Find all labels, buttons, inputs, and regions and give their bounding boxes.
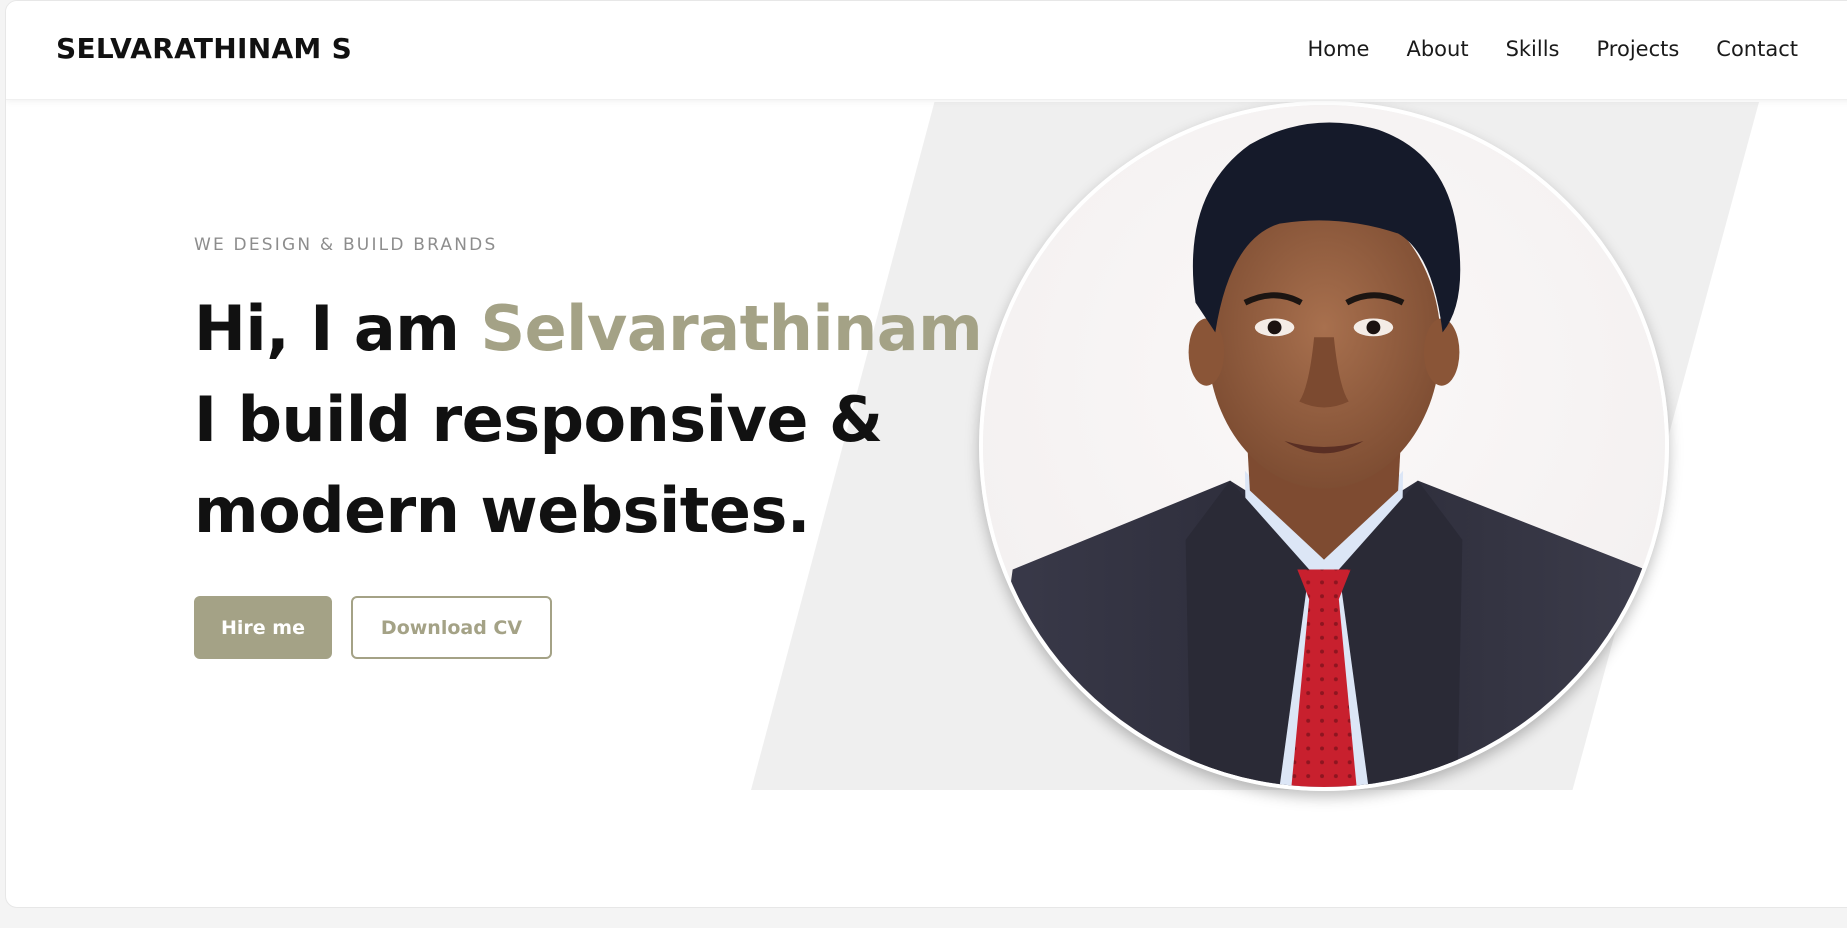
greeting-prefix: Hi, I am bbox=[194, 292, 481, 365]
nav-menu: Home About Skills Projects Contact bbox=[1307, 35, 1798, 63]
headline-line-1: Hi, I am Selvarathinam bbox=[194, 283, 983, 374]
page-container: SELVARATHINAM S Home About Skills Projec… bbox=[5, 0, 1847, 908]
navbar: SELVARATHINAM S Home About Skills Projec… bbox=[6, 1, 1847, 100]
nav-link-home[interactable]: Home bbox=[1307, 35, 1369, 63]
hero-content: WE DESIGN & BUILD BRANDS Hi, I am Selvar… bbox=[194, 233, 983, 659]
headline-line-3: modern websites. bbox=[194, 474, 810, 547]
hero-buttons: Hire me Download CV bbox=[194, 596, 982, 659]
hero-headline: Hi, I am Selvarathinam I build responsiv… bbox=[194, 283, 983, 556]
profile-photo-portrait-icon bbox=[983, 105, 1665, 787]
profile-photo bbox=[979, 101, 1669, 791]
brand-logo[interactable]: SELVARATHINAM S bbox=[56, 31, 352, 67]
nav-link-about[interactable]: About bbox=[1406, 35, 1468, 63]
download-cv-button[interactable]: Download CV bbox=[351, 596, 552, 659]
nav-link-contact[interactable]: Contact bbox=[1716, 35, 1798, 63]
hire-me-button[interactable]: Hire me bbox=[194, 596, 332, 659]
nav-link-projects[interactable]: Projects bbox=[1597, 35, 1680, 63]
hero-name: Selvarathinam bbox=[480, 292, 983, 365]
hero-tagline: WE DESIGN & BUILD BRANDS bbox=[194, 235, 498, 255]
headline-line-2: I build responsive & bbox=[194, 383, 883, 456]
nav-link-skills[interactable]: Skills bbox=[1506, 35, 1560, 63]
